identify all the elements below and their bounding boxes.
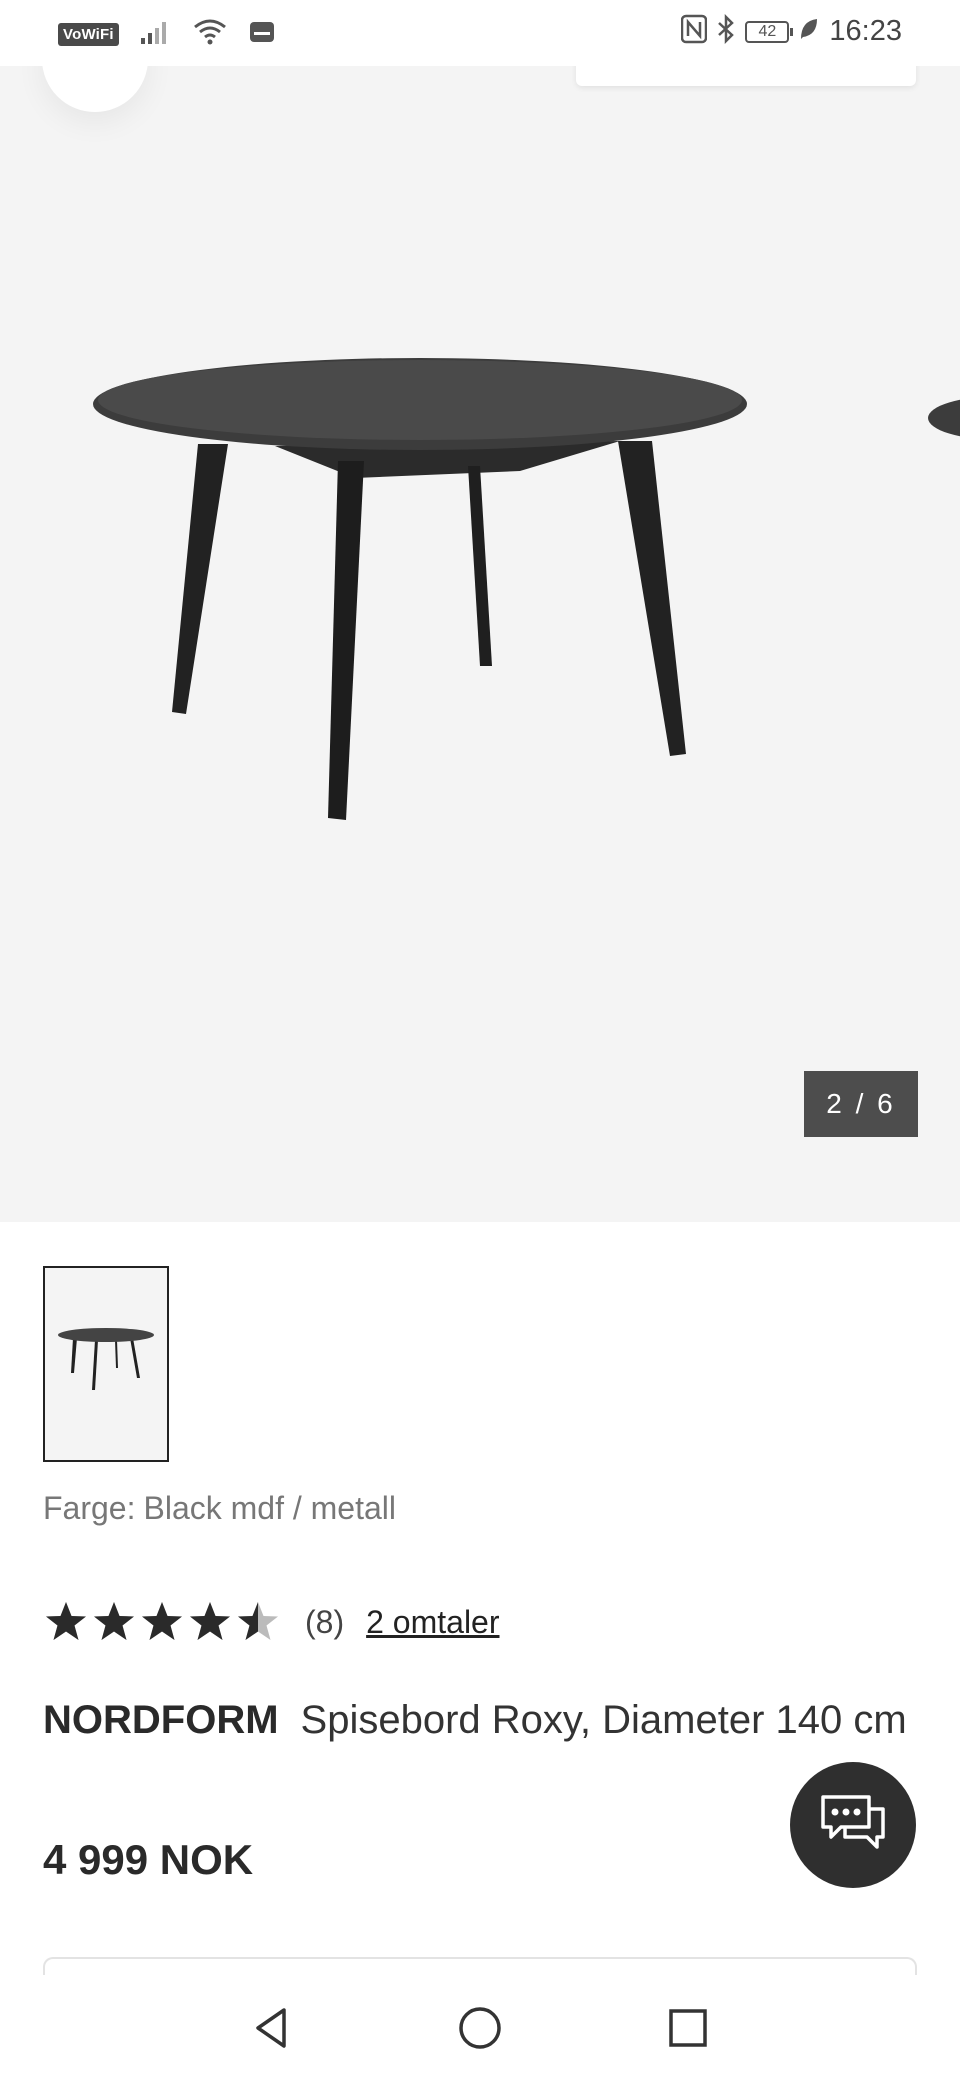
status-bar: VoWiFi 42 16:23 bbox=[0, 0, 960, 66]
clock: 16:23 bbox=[829, 15, 902, 47]
star-icon bbox=[238, 1602, 278, 1640]
rating-count: (8) bbox=[305, 1603, 345, 1640]
color-value: Black mdf / metall bbox=[143, 1490, 396, 1526]
nfc-icon bbox=[681, 14, 708, 49]
product-image bbox=[93, 358, 960, 820]
wifi-icon bbox=[193, 18, 227, 51]
thumbnail-image bbox=[58, 1328, 154, 1390]
signal-icon bbox=[140, 20, 171, 49]
star-icon bbox=[94, 1602, 134, 1640]
product-name: Spisebord Roxy, Diameter 140 cm bbox=[300, 1698, 907, 1742]
status-left: VoWiFi bbox=[58, 18, 275, 51]
thumbnail-selected[interactable] bbox=[43, 1266, 169, 1462]
system-nav-bar bbox=[0, 1975, 960, 2080]
product-price: 4 999 NOK bbox=[43, 1836, 254, 1883]
rating-row: (8) 2 omtaler bbox=[43, 1600, 500, 1644]
brand-name: NORDFORM bbox=[43, 1698, 279, 1742]
recents-icon[interactable] bbox=[664, 2004, 712, 2052]
color-info: Farge: Black mdf / metall bbox=[43, 1490, 396, 1527]
product-image-gallery[interactable]: 2 / 6 bbox=[0, 66, 960, 1222]
chat-button[interactable] bbox=[790, 1762, 916, 1888]
image-counter: 2 / 6 bbox=[804, 1071, 918, 1137]
star-rating bbox=[43, 1600, 281, 1644]
chat-icon bbox=[819, 1793, 887, 1858]
vowifi-badge: VoWiFi bbox=[58, 23, 119, 46]
star-icon bbox=[190, 1602, 230, 1640]
status-right: 42 16:23 bbox=[681, 13, 902, 49]
product-title: NORDFORM Spisebord Roxy, Diameter 140 cm bbox=[43, 1688, 923, 1752]
back-icon[interactable] bbox=[248, 2004, 296, 2052]
bluetooth-icon bbox=[717, 13, 735, 49]
reviews-link[interactable]: 2 omtaler bbox=[366, 1604, 499, 1641]
leaf-icon bbox=[799, 17, 819, 46]
battery-icon: 42 bbox=[745, 20, 794, 43]
star-icon bbox=[142, 1602, 182, 1640]
sim-icon bbox=[249, 21, 275, 48]
color-label: Farge: bbox=[43, 1490, 136, 1526]
star-icon bbox=[46, 1602, 86, 1640]
home-icon[interactable] bbox=[456, 2004, 504, 2052]
